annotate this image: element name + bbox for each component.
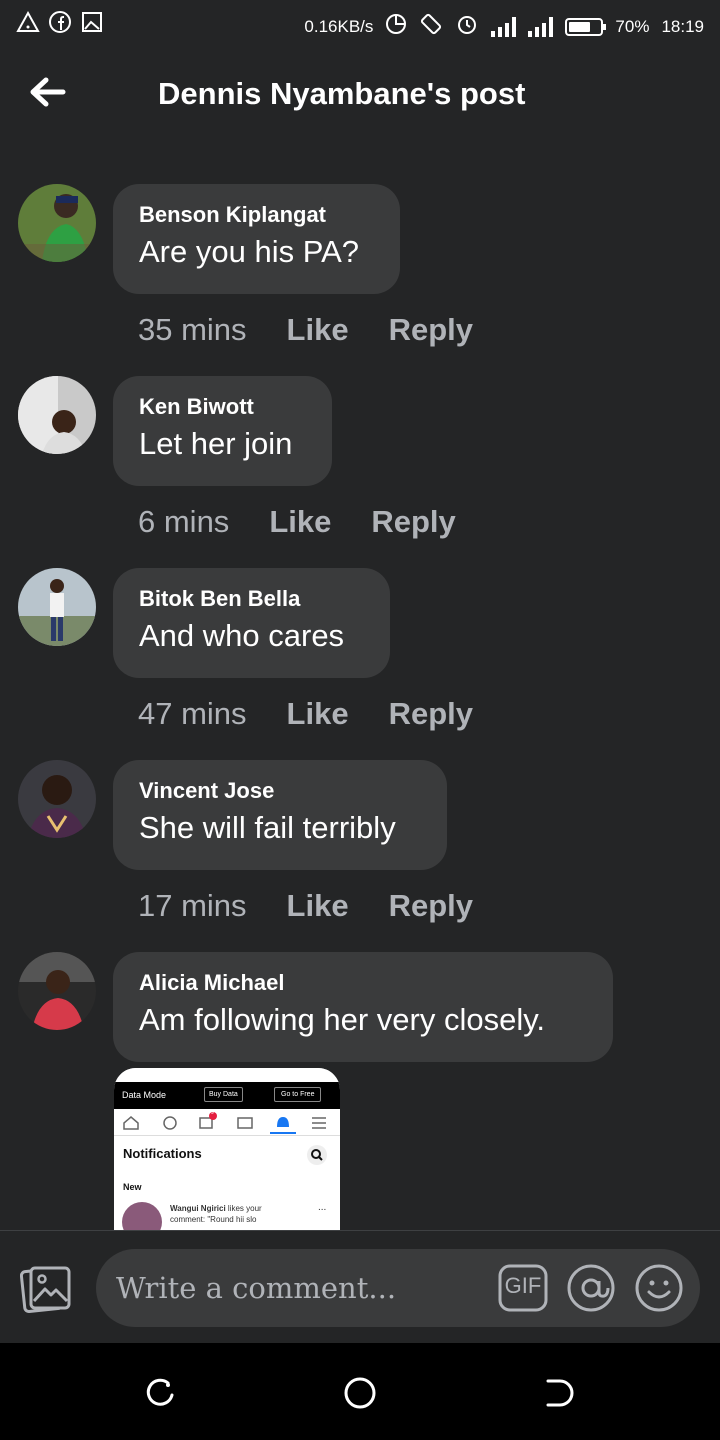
avatar[interactable] xyxy=(18,760,96,838)
avatar[interactable] xyxy=(18,184,96,262)
battery-fill xyxy=(569,21,591,32)
comment-attachment-image[interactable]: Data Mode Buy Data Go to Free 9 Notifica… xyxy=(114,1068,340,1230)
status-bar: 0.16KB/s 70% 18:19 xyxy=(0,0,720,48)
clock: 18:19 xyxy=(661,16,704,36)
home-circle-icon xyxy=(344,1377,376,1409)
comment-time: 6 mins xyxy=(138,504,230,539)
like-button[interactable]: Like xyxy=(287,888,349,924)
comment-author[interactable]: Alicia Michael xyxy=(139,970,587,996)
rotate-icon xyxy=(419,12,443,41)
attachment-notif-badge: 9 xyxy=(211,1110,214,1116)
status-left-icons xyxy=(16,10,104,34)
attachment-go-free: Go to Free xyxy=(274,1087,322,1102)
header: Dennis Nyambane's post xyxy=(0,48,720,144)
avatar[interactable] xyxy=(18,952,96,1030)
signal-icon xyxy=(491,16,517,37)
data-saver-icon xyxy=(385,13,407,40)
comment-composer: GIF xyxy=(0,1231,720,1343)
comment-bubble[interactable]: Bitok Ben Bella And who cares xyxy=(113,568,390,678)
comment-input-wrapper: GIF xyxy=(96,1249,700,1327)
comment-actions: 17 mins Like Reply xyxy=(138,888,473,924)
gif-label: GIF xyxy=(504,1273,542,1298)
comment-input[interactable] xyxy=(116,1249,476,1327)
attachment-item-line2: comment: "Round hii slo xyxy=(170,1215,257,1224)
comment-text: Am following her very closely. xyxy=(139,1002,546,1037)
recents-icon xyxy=(146,1378,174,1406)
reply-button[interactable]: Reply xyxy=(389,312,473,348)
comment-time: 35 mins xyxy=(138,312,247,347)
battery-percent: 70% xyxy=(615,16,650,36)
like-button[interactable]: Like xyxy=(269,504,331,540)
photo-button[interactable] xyxy=(19,1263,72,1315)
attachment-nav: 9 xyxy=(114,1109,340,1136)
smiley-icon xyxy=(635,1264,683,1312)
like-button[interactable]: Like xyxy=(287,312,349,348)
comment-time: 47 mins xyxy=(138,696,247,731)
attachment-data-mode: Data Mode xyxy=(122,1090,167,1100)
attachment-more: ... xyxy=(318,1202,327,1213)
avatar[interactable] xyxy=(18,376,96,454)
comment-author[interactable]: Ken Biwott xyxy=(139,394,306,420)
attachment-search-icon xyxy=(306,1144,328,1171)
system-nav-bar xyxy=(0,1343,720,1440)
gif-button[interactable]: GIF xyxy=(498,1263,548,1313)
attachment-heading: Notifications xyxy=(123,1146,202,1161)
arrow-left-icon xyxy=(30,77,66,107)
avatar[interactable] xyxy=(18,568,96,646)
battery-icon xyxy=(565,17,607,36)
comment-author[interactable]: Benson Kiplangat xyxy=(139,202,374,228)
comment-actions: 47 mins Like Reply xyxy=(138,696,473,732)
comment-bubble[interactable]: Benson Kiplangat Are you his PA? xyxy=(113,184,400,294)
facebook-icon xyxy=(48,10,72,34)
comment-text: Let her join xyxy=(139,426,293,461)
attachment-avatar xyxy=(122,1202,162,1230)
page-title: Dennis Nyambane's post xyxy=(158,76,526,111)
at-sign-icon xyxy=(567,1264,615,1312)
reply-button[interactable]: Reply xyxy=(371,504,455,540)
reply-button[interactable]: Reply xyxy=(389,696,473,732)
comment-actions: 6 mins Like Reply xyxy=(138,504,456,540)
comment-bubble[interactable]: Ken Biwott Let her join xyxy=(113,376,332,486)
comments-list[interactable]: Benson Kiplangat Are you his PA? 35 mins… xyxy=(0,184,720,1230)
attachment-item-text: likes your xyxy=(225,1204,262,1213)
emoji-button[interactable] xyxy=(634,1263,684,1313)
home-button[interactable] xyxy=(340,1373,380,1413)
comment-author[interactable]: Bitok Ben Bella xyxy=(139,586,364,612)
comment-bubble[interactable]: Alicia Michael Am following her very clo… xyxy=(113,952,613,1062)
status-right: 0.16KB/s 70% 18:19 xyxy=(304,12,704,41)
image-icon xyxy=(80,10,104,34)
warning-icon xyxy=(16,10,40,34)
comment-author[interactable]: Vincent Jose xyxy=(139,778,421,804)
comment-text: Are you his PA? xyxy=(139,234,359,269)
reply-button[interactable]: Reply xyxy=(389,888,473,924)
comment-bubble[interactable]: Vincent Jose She will fail terribly xyxy=(113,760,447,870)
network-speed: 0.16KB/s xyxy=(304,16,374,36)
back-nav-button[interactable] xyxy=(540,1373,580,1413)
attachment-topbar: Data Mode Buy Data Go to Free xyxy=(114,1082,340,1109)
attachment-nav-icons xyxy=(123,1112,326,1134)
recents-button[interactable] xyxy=(140,1373,180,1413)
alarm-icon xyxy=(455,12,479,41)
attachment-item-line1: Wangui Ngirici likes your xyxy=(170,1204,262,1213)
back-nav-icon xyxy=(546,1379,574,1407)
attachment-buy-data: Buy Data xyxy=(204,1087,243,1102)
comment-actions: 35 mins Like Reply xyxy=(138,312,473,348)
back-button[interactable] xyxy=(26,70,70,114)
signal-icon-2 xyxy=(528,16,554,37)
comment-text: And who cares xyxy=(139,618,345,653)
comment-time: 17 mins xyxy=(138,888,247,923)
attachment-item-name: Wangui Ngirici xyxy=(170,1204,226,1213)
mention-button[interactable] xyxy=(566,1263,616,1313)
like-button[interactable]: Like xyxy=(287,696,349,732)
photo-icon xyxy=(19,1266,71,1313)
attachment-section: New xyxy=(123,1182,142,1192)
comment-text: She will fail terribly xyxy=(139,810,396,845)
attachment-statusbar xyxy=(114,1068,340,1082)
